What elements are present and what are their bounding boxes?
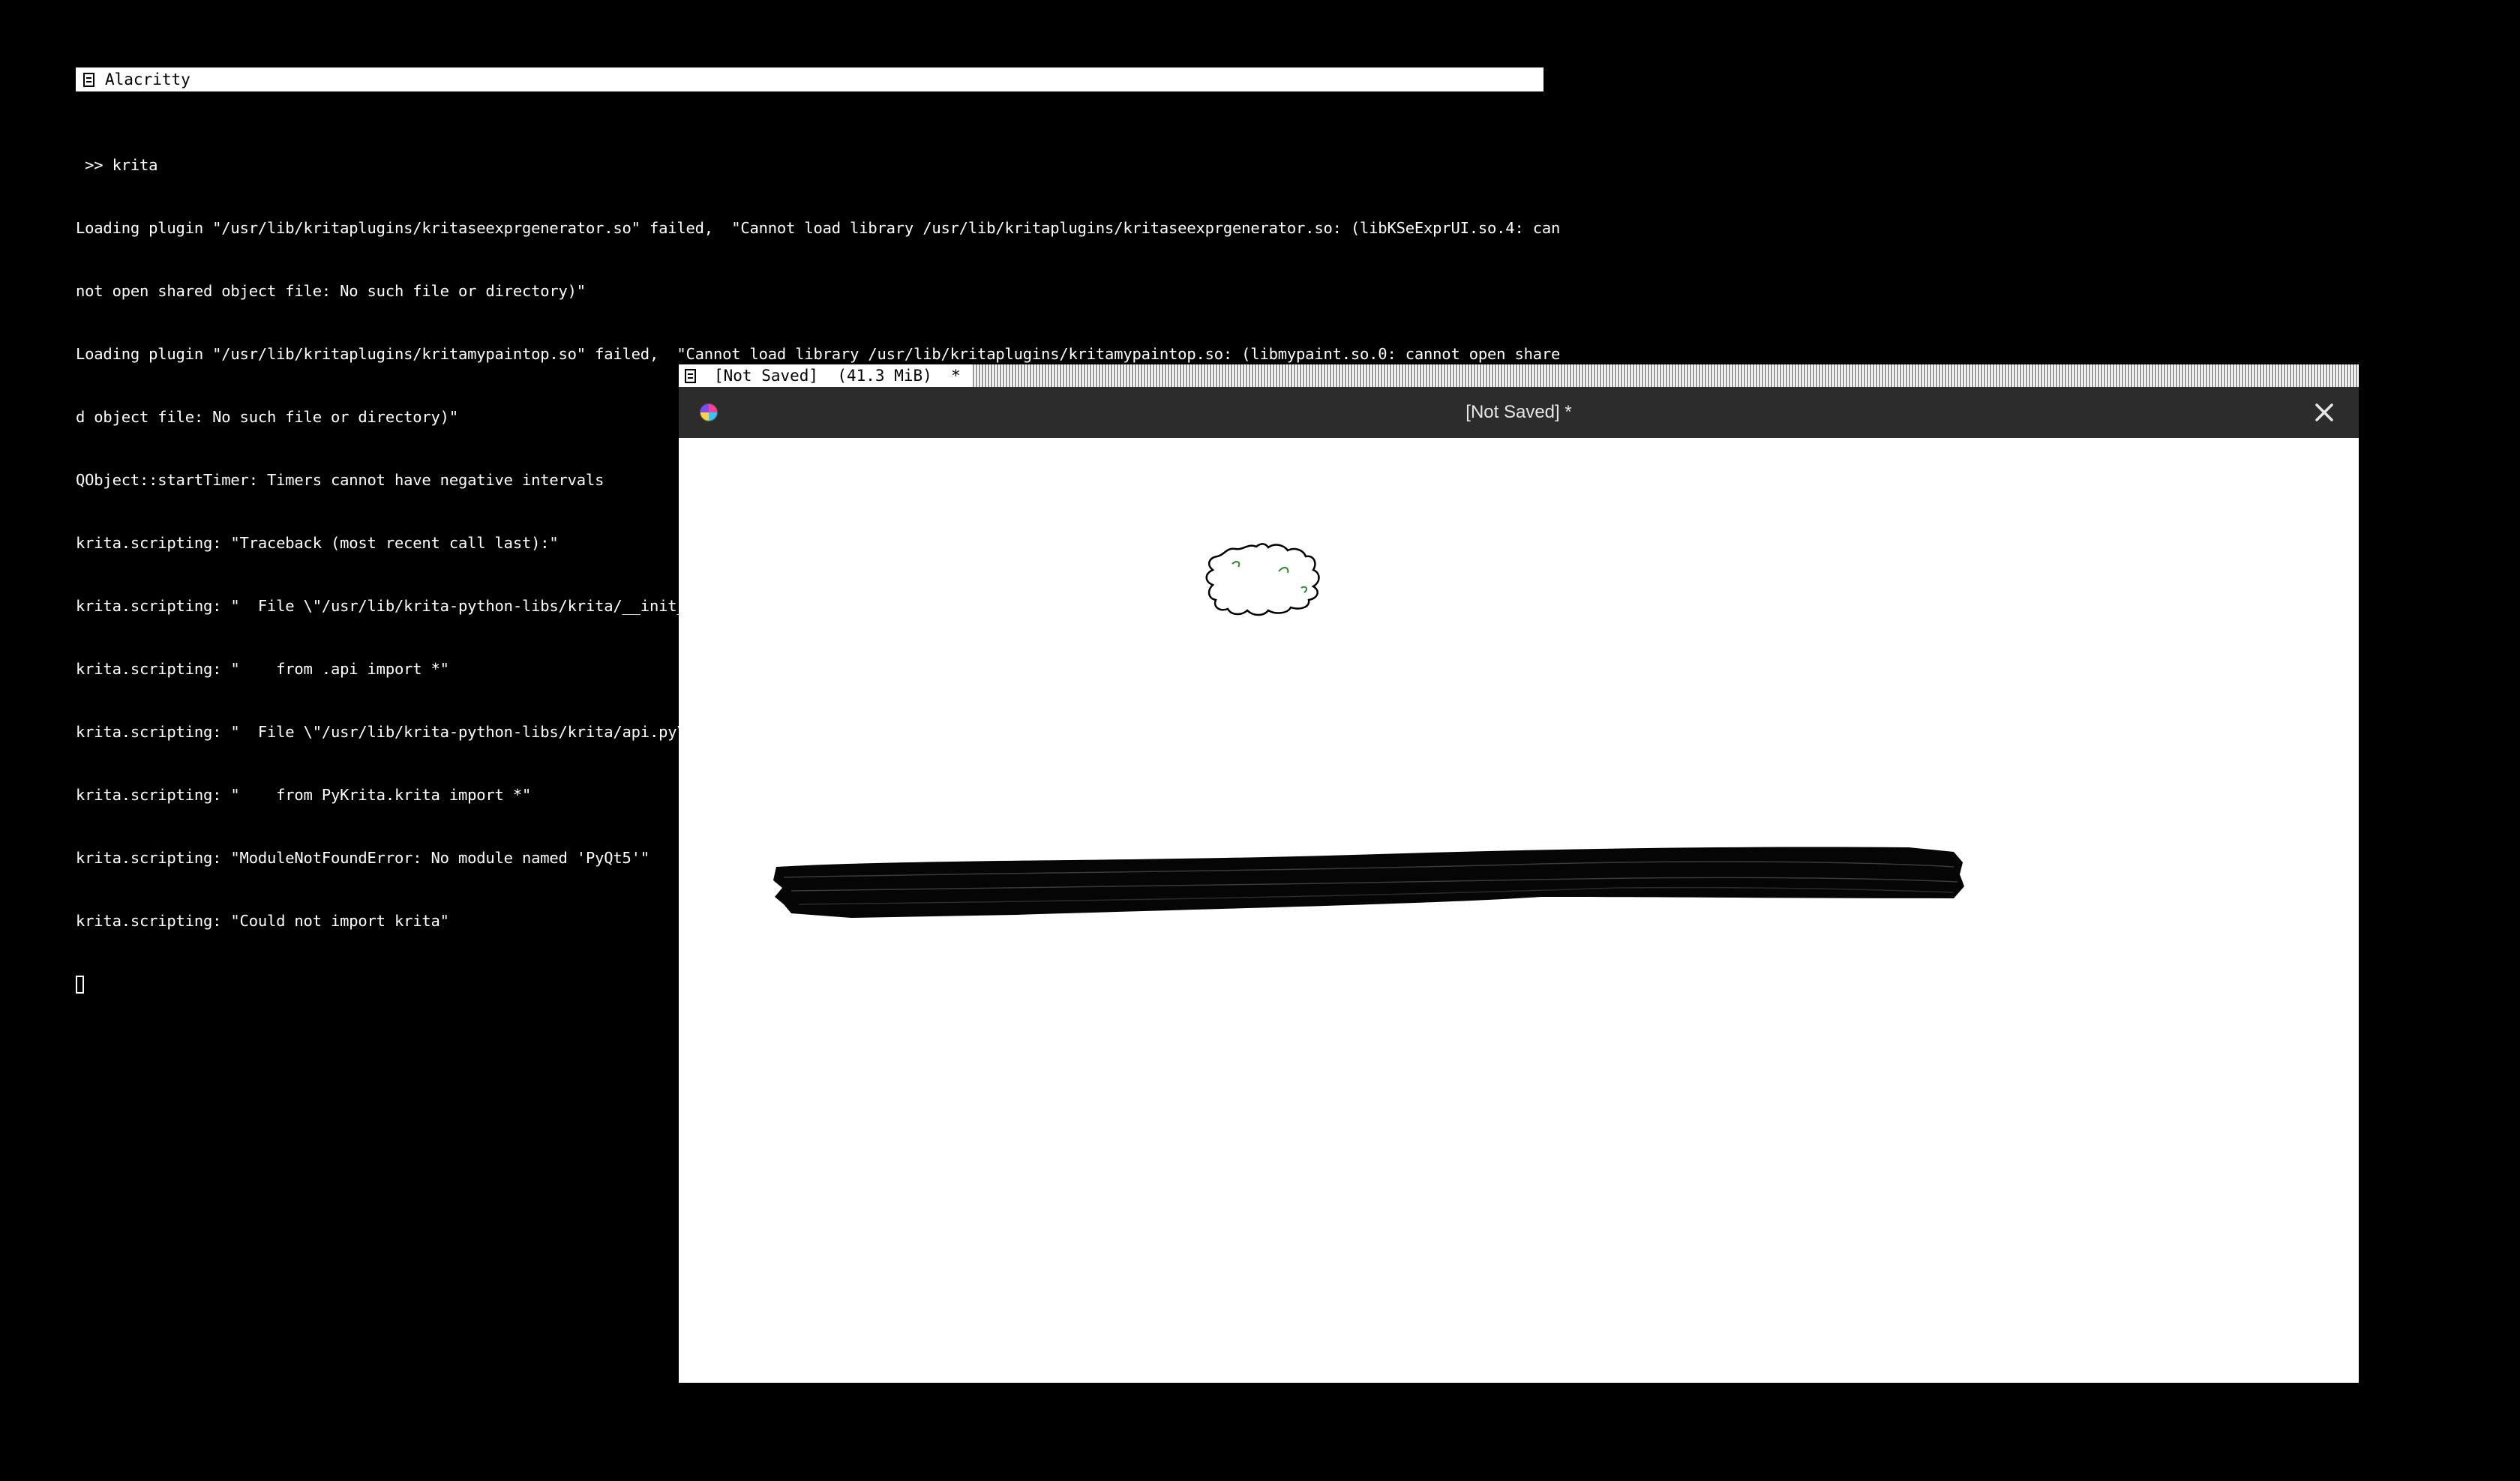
window-icon: [685, 368, 696, 383]
krita-wm-label: [Not Saved] (41.3 MiB) *: [679, 364, 973, 387]
krita-canvas[interactable]: [679, 438, 2359, 1383]
krita-window-title: [Not Saved] *: [1466, 402, 1572, 422]
close-icon[interactable]: [2311, 399, 2338, 426]
canvas-artwork: [773, 543, 1964, 918]
cursor-icon: [76, 976, 84, 994]
terminal-titlebar[interactable]: Alacritty: [76, 67, 1544, 91]
brush-stroke: [773, 847, 1964, 918]
terminal-line: >> krita: [76, 156, 158, 174]
krita-wm-title: [Not Saved] (41.3 MiB) *: [714, 367, 961, 385]
terminal-line: Loading plugin "/usr/lib/kritaplugins/kr…: [76, 219, 1561, 237]
krita-header-bar[interactable]: [Not Saved] *: [679, 387, 2359, 438]
terminal-line: Loading plugin "/usr/lib/kritaplugins/kr…: [76, 345, 1561, 363]
outlined-blob: [1205, 543, 1320, 616]
terminal-title: Alacritty: [105, 70, 190, 88]
krita-wm-titlebar[interactable]: [Not Saved] (41.3 MiB) *: [679, 364, 2359, 387]
terminal-line: not open shared object file: No such fil…: [76, 282, 586, 300]
outline-accent: [1232, 561, 1307, 593]
window-icon: [83, 72, 94, 87]
